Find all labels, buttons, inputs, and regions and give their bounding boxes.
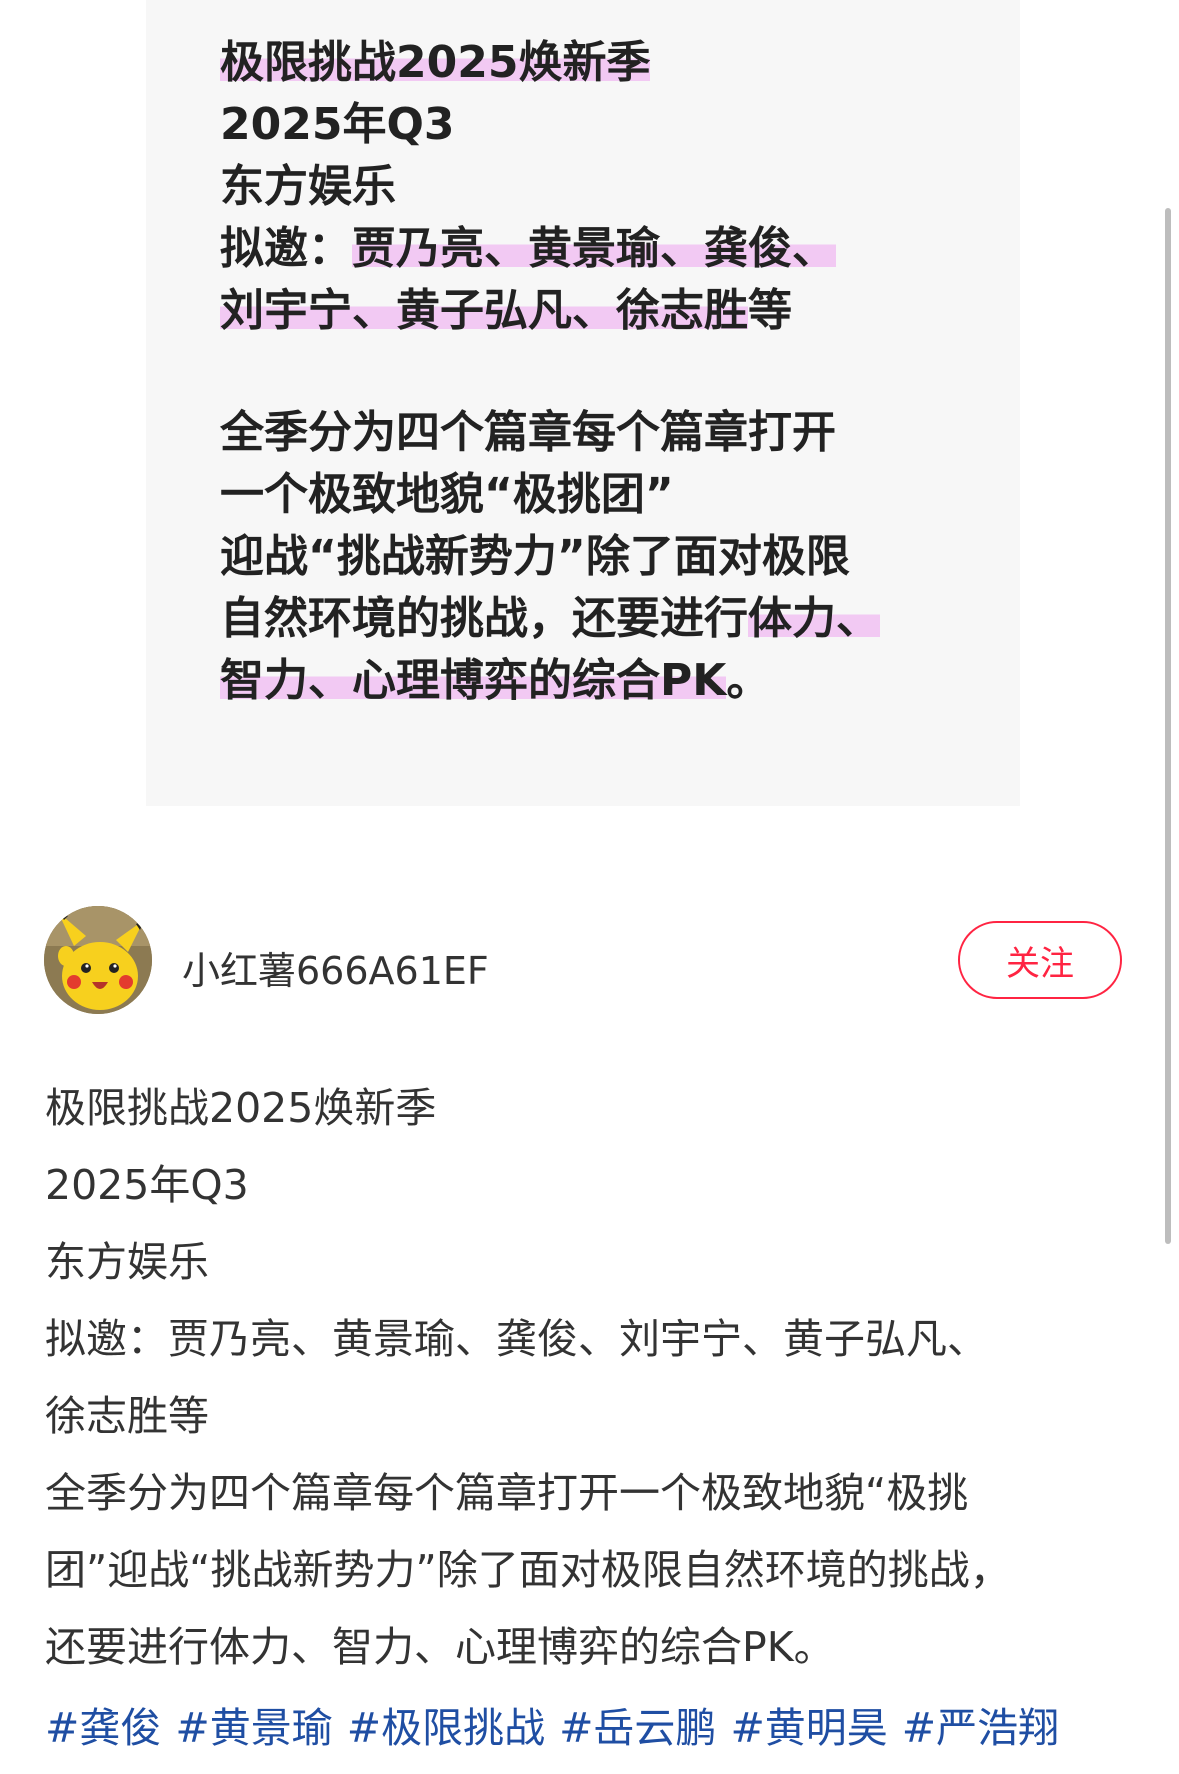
hashtag-link[interactable]: #岳云鹏 — [559, 1704, 716, 1752]
follow-button[interactable]: 关注 — [958, 921, 1122, 999]
card-line: 拟邀：贾乃亮、黄景瑜、龚俊、 — [220, 218, 980, 280]
hashtag-link[interactable]: #龚俊 — [45, 1704, 161, 1752]
card-text: 等 — [748, 285, 792, 336]
author-name[interactable]: 小红薯666A61EF — [182, 940, 489, 995]
hashtag-link[interactable]: #严浩翔 — [902, 1704, 1059, 1752]
scrollbar[interactable] — [1165, 208, 1171, 1244]
image-text-block: 极限挑战2025焕新季 2025年Q3 东方娱乐 拟邀：贾乃亮、黄景瑜、龚俊、 刘宇宁、… — [220, 32, 980, 712]
post-text-line: 团”迎战“挑战新势力”除了面对极限自然环境的挑战， — [45, 1546, 1011, 1594]
card-text: 东方娱乐 — [220, 161, 396, 212]
card-highlight-text: 智力、心理博弈的综合PK — [220, 655, 727, 706]
card-highlight-text: 贾乃亮、黄景瑜、龚俊、 — [352, 223, 836, 274]
card-line-spacer — [220, 342, 980, 402]
card-highlight-text: 极限挑战2025焕新季 — [220, 37, 651, 88]
author-avatar[interactable] — [44, 906, 152, 1014]
card-line: 智力、心理博弈的综合PK。 — [220, 650, 980, 712]
post-text-line: 2025年Q3 — [45, 1161, 249, 1209]
card-line: 2025年Q3 — [220, 94, 980, 156]
card-highlight-text: 刘宇宁、黄子弘凡、徐志胜 — [220, 285, 748, 336]
card-line: 自然环境的挑战，还要进行体力、 — [220, 588, 980, 650]
card-line: 东方娱乐 — [220, 156, 980, 218]
post-text-line: 极限挑战2025焕新季 — [45, 1084, 437, 1132]
post-image-card[interactable]: 极限挑战2025焕新季 2025年Q3 东方娱乐 拟邀：贾乃亮、黄景瑜、龚俊、 刘宇宁、… — [146, 0, 1020, 806]
hashtag-link[interactable]: #极限挑战 — [347, 1704, 545, 1752]
card-text: 拟邀： — [220, 223, 352, 274]
card-highlight-text: 体力、 — [748, 593, 880, 644]
hashtag-link[interactable]: #黄景瑜 — [175, 1704, 332, 1752]
post-text-line: 东方娱乐 — [45, 1238, 209, 1286]
pikachu-avatar-icon — [44, 906, 152, 1014]
card-line: 极限挑战2025焕新季 — [220, 32, 980, 94]
card-text: 迎战“挑战新势力”除了面对极限 — [220, 531, 850, 582]
post-text-line: 全季分为四个篇章每个篇章打开一个极致地貌“极挑 — [45, 1469, 969, 1517]
post-text-line: 拟邀：贾乃亮、黄景瑜、龚俊、刘宇宁、黄子弘凡、 — [45, 1315, 988, 1363]
card-line: 全季分为四个篇章每个篇章打开 — [220, 402, 980, 464]
card-text: 2025年Q3 — [220, 99, 455, 150]
hashtag-link[interactable]: #黄明昊 — [730, 1704, 887, 1752]
card-line: 一个极致地貌“极挑团” — [220, 464, 980, 526]
hashtag-list: #龚俊 #黄景瑜 #极限挑战 #岳云鹏 #黄明昊 #严浩翔 — [45, 1694, 1145, 1754]
card-text: 。 — [726, 655, 771, 706]
card-line: 迎战“挑战新势力”除了面对极限 — [220, 526, 980, 588]
card-line: 刘宇宁、黄子弘凡、徐志胜等 — [220, 280, 980, 342]
post-description: 极限挑战2025焕新季 2025年Q3 东方娱乐拟邀：贾乃亮、黄景瑜、龚俊、刘宇宁、… — [45, 1070, 1135, 1686]
card-text: 一个极致地貌“极挑团” — [220, 469, 674, 520]
post-text-line: 徐志胜等 — [45, 1392, 209, 1440]
post-text-line: 还要进行体力、智力、心理博弈的综合PK。 — [45, 1623, 835, 1671]
card-text: 自然环境的挑战，还要进行 — [220, 593, 748, 644]
card-text: 全季分为四个篇章每个篇章打开 — [220, 407, 836, 458]
